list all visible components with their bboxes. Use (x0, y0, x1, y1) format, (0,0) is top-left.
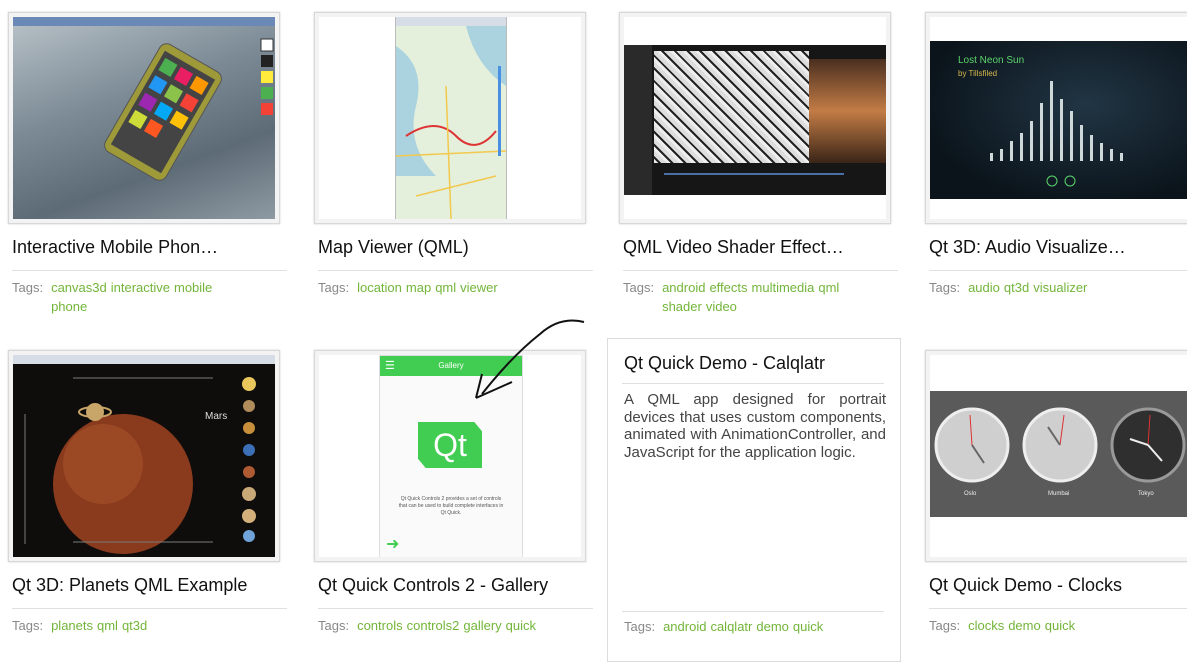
card-title[interactable]: Map Viewer (QML) (318, 237, 598, 258)
thumbnail[interactable]: Oslo Mumbai Tokyo (925, 350, 1187, 562)
tag-link[interactable]: controls2 (407, 618, 460, 633)
tag-link[interactable]: quick (793, 619, 823, 634)
tag-link[interactable]: qml (435, 280, 456, 295)
video-window (624, 45, 886, 195)
tags-row: Tags: canvas3d interactive mobile phone (12, 278, 282, 316)
clock-faces (934, 407, 1186, 483)
clock-city-label: Tokyo (1138, 491, 1154, 497)
divider (929, 270, 1187, 271)
thumbnail[interactable]: Mars (8, 350, 280, 562)
example-card-calqlatr[interactable]: Qt Quick Demo - Calqlatr A QML app desig… (607, 338, 901, 662)
tag-link[interactable]: calqlatr (710, 619, 752, 634)
clocks-window: Oslo Mumbai Tokyo (930, 391, 1187, 517)
tag-link[interactable]: android (663, 619, 706, 634)
tags-row: Tags: clocks demo quick (929, 616, 1187, 635)
window-titlebar (13, 355, 275, 364)
tags-label: Tags: (623, 280, 655, 295)
tags-label: Tags: (318, 618, 350, 633)
clock-city-label: Mumbai (1048, 491, 1070, 497)
tag-link[interactable]: visualizer (1033, 280, 1087, 295)
planets-illustration (24, 377, 256, 554)
tag-link[interactable]: qt3d (122, 618, 147, 633)
tag-link[interactable]: demo (1008, 618, 1041, 633)
tag-link[interactable]: android (662, 280, 705, 295)
tags-row: Tags: android effects multimedia qml shader v… (623, 278, 893, 316)
divider (12, 270, 287, 271)
tags-label: Tags: (624, 619, 656, 634)
map-window (395, 17, 507, 219)
tag-link[interactable]: planets (51, 618, 93, 633)
tag-link[interactable]: viewer (460, 280, 498, 295)
tag-link[interactable]: qml (97, 618, 118, 633)
gallery-window: ☰ Gallery Qt Qt Quick Controls 2 provide… (379, 355, 523, 557)
tag-link[interactable]: map (406, 280, 431, 295)
card-title[interactable]: Qt Quick Demo - Clocks (929, 575, 1187, 596)
tag-link[interactable]: qt3d (1004, 280, 1029, 295)
divider (622, 611, 884, 612)
thumbnail[interactable]: ☰ Gallery Qt Qt Quick Controls 2 provide… (314, 350, 586, 562)
card-title[interactable]: Qt Quick Controls 2 - Gallery (318, 575, 598, 596)
tag-link[interactable]: quick (1045, 618, 1075, 633)
tag-link[interactable]: canvas3d (51, 280, 107, 295)
tag-link[interactable]: gallery (463, 618, 501, 633)
thumbnail[interactable] (314, 12, 586, 224)
visualizer-window: Lost Neon Sun by Tillsfiled (930, 41, 1187, 199)
card-title[interactable]: Qt 3D: Planets QML Example (12, 575, 292, 596)
divider (318, 608, 593, 609)
divider (622, 383, 884, 384)
tag-link[interactable]: controls (357, 618, 403, 633)
gallery-header: ☰ Gallery (380, 356, 522, 376)
spectrum-bars (990, 81, 1123, 187)
tag-link[interactable]: multimedia (752, 280, 815, 295)
gallery-caption: Qt Quick Controls 2 provides a set of co… (398, 496, 504, 516)
tags-label: Tags: (929, 618, 961, 633)
thumbnail[interactable] (619, 12, 891, 224)
card-description: A QML app designed for portrait devices … (624, 391, 886, 461)
tags-row: Tags: audio qt3d visualizer (929, 278, 1187, 297)
card-title[interactable]: Qt 3D: Audio Visualize… (929, 237, 1187, 258)
tag-link[interactable]: phone (51, 299, 87, 314)
divider (929, 608, 1187, 609)
divider (623, 270, 898, 271)
thumbnail[interactable] (8, 12, 280, 224)
tags-row: Tags: location map qml viewer (318, 278, 588, 297)
window-titlebar (396, 17, 506, 26)
gallery-header-title: Gallery (438, 361, 464, 370)
tag-link[interactable]: video (706, 299, 737, 314)
divider (318, 270, 593, 271)
qt-logo: Qt (418, 422, 482, 468)
tags-label: Tags: (318, 280, 350, 295)
tag-link[interactable]: shader (662, 299, 702, 314)
planet-name: Mars (205, 411, 228, 422)
tag-link[interactable]: qml (818, 280, 839, 295)
tag-link[interactable]: mobile (174, 280, 212, 295)
tag-link[interactable]: location (357, 280, 402, 295)
thumbnail[interactable]: Lost Neon Sun by Tillsfiled (925, 12, 1187, 224)
card-title[interactable]: Interactive Mobile Phon… (12, 237, 292, 258)
arrow-right-icon[interactable]: ➜ (386, 534, 399, 554)
card-title[interactable]: QML Video Shader Effect… (623, 237, 903, 258)
video-frame (809, 59, 886, 163)
tag-link[interactable]: interactive (111, 280, 170, 295)
tag-link[interactable]: effects (709, 280, 747, 295)
side-menu (624, 45, 652, 195)
tags-label: Tags: (12, 280, 44, 295)
tag-link[interactable]: audio (968, 280, 1000, 295)
tags-row: Tags: controls controls2 gallery quick (318, 616, 588, 635)
divider (12, 608, 287, 609)
tag-link[interactable]: clocks (968, 618, 1004, 633)
map-illustration (396, 26, 506, 219)
tags-label: Tags: (929, 280, 961, 295)
clock-city-label: Oslo (964, 491, 977, 497)
mobile-phone-illustration (104, 38, 274, 181)
tag-link[interactable]: demo (756, 619, 789, 634)
tags-label: Tags: (12, 618, 44, 633)
tag-link[interactable]: quick (506, 618, 536, 633)
shader-frame (654, 51, 809, 163)
seek-bar[interactable] (664, 173, 844, 175)
card-title[interactable]: Qt Quick Demo - Calqlatr (624, 353, 825, 374)
examples-grid: Interactive Mobile Phon… Tags: canvas3d i… (0, 0, 1187, 663)
tags-row: Tags: planets qml qt3d (12, 616, 282, 635)
tags-row: Tags: android calqlatr demo quick (624, 617, 894, 636)
